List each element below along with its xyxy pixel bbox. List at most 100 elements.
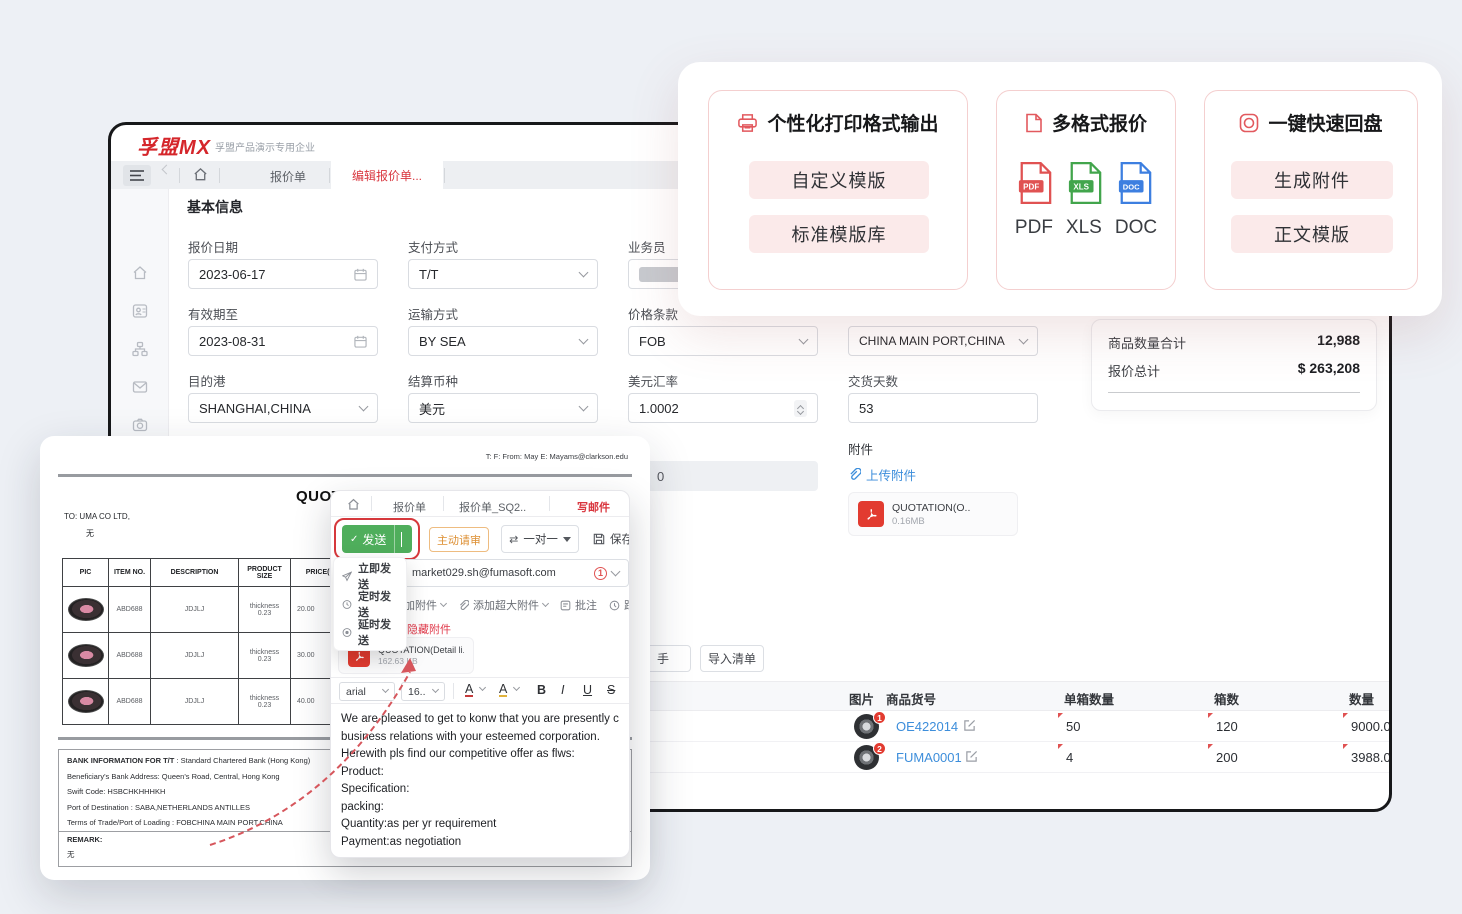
chevron-down-icon[interactable]	[513, 684, 520, 691]
composer-tab-write-mail[interactable]: 写邮件	[577, 499, 610, 515]
check-icon: ✓	[350, 534, 358, 545]
chevron-down-icon[interactable]	[479, 684, 486, 691]
back-chevron-icon[interactable]	[163, 170, 170, 173]
generate-attachment-button[interactable]: 生成附件	[1231, 161, 1393, 199]
send-options-menu: 立即发送 定时发送 延时发送	[333, 557, 407, 651]
body-template-label: 正文模版	[1274, 221, 1350, 247]
doc-desc: JDJLJ	[151, 679, 239, 725]
annotation-button[interactable]: 批注	[560, 597, 597, 613]
dest-port-select[interactable]: SHANGHAI,CHINA	[188, 393, 378, 423]
chevron-down-icon[interactable]	[401, 532, 402, 547]
request-review-button[interactable]: 主动请审	[429, 527, 489, 552]
one-to-one-mode-button[interactable]: ⇄ 一对一	[501, 525, 579, 553]
one-to-one-label: 一对一	[523, 531, 558, 547]
price-terms-select[interactable]: FOB	[628, 326, 818, 356]
composer-attach-toolbar: 添加附件 添加超大附件 批注 跟	[393, 597, 630, 613]
table-row[interactable]: 1 OE422014 50 120 9000.00	[611, 711, 1392, 742]
custom-template-button[interactable]: 自定义模版	[749, 161, 929, 199]
track-label: 跟	[624, 597, 630, 613]
mail-body-editor[interactable]: We are pleased to get to konw that you a…	[341, 711, 623, 851]
edit-icon[interactable]	[965, 750, 978, 763]
usd-rate-stepper[interactable]: 1.0002	[628, 393, 818, 423]
quote-attachment-chip[interactable]: QUOTATION(O.. 0.16MB	[848, 492, 1018, 536]
tab-quote-list[interactable]: 报价单	[253, 168, 323, 185]
composer-tab-quote[interactable]: 报价单	[393, 499, 426, 515]
mail-body-line: Herewith pls find our competitive offer …	[341, 746, 623, 764]
bold-button[interactable]: B	[537, 683, 546, 697]
send-button[interactable]: ✓ 发送	[342, 525, 412, 553]
track-button[interactable]: 跟	[609, 597, 630, 613]
sku-link[interactable]: OE422014	[896, 719, 958, 734]
currency-value: 美元	[419, 399, 445, 418]
currency-select[interactable]: 美元	[408, 393, 598, 423]
import-list-button[interactable]: 导入清单	[700, 645, 764, 672]
font-family-select[interactable]: arial	[339, 682, 395, 701]
svg-text:DOC: DOC	[1123, 183, 1140, 192]
mail-nav-icon[interactable]	[132, 379, 148, 395]
chevron-down-icon	[579, 267, 589, 277]
contacts-nav-icon[interactable]	[132, 303, 148, 319]
doc-item-no: ABD688	[109, 679, 151, 725]
highlight-color-button[interactable]: A	[499, 683, 507, 697]
hamburger-menu-button[interactable]	[123, 165, 151, 186]
text-color-button[interactable]: A	[465, 683, 473, 697]
home-nav-icon[interactable]	[132, 265, 148, 281]
cell-marker	[1343, 713, 1348, 718]
delivery-days-input[interactable]: 53	[848, 393, 1038, 423]
composer-tab-quote-sq2[interactable]: 报价单_SQ2..	[459, 499, 526, 515]
doc-col-pic: PIC	[63, 559, 109, 587]
feature-card-reply: 一键快速回盘 生成附件 正文模版	[1204, 90, 1418, 290]
chevron-down-icon	[799, 334, 809, 344]
doc-table-header: PIC ITEM NO. DESCRIPTION PRODUCT SIZE PR…	[63, 559, 355, 587]
note-icon	[560, 600, 571, 611]
org-structure-nav-icon[interactable]	[132, 341, 148, 357]
mail-attachment-size: 162.63 KB	[378, 656, 464, 666]
standard-template-button[interactable]: 标准模版库	[749, 215, 929, 253]
menu-item-delayed-send[interactable]: 延时发送	[334, 618, 406, 646]
save-button-label: 保存	[610, 531, 630, 547]
home-icon[interactable]	[193, 167, 208, 182]
chevron-down-icon[interactable]	[611, 566, 621, 576]
custom-template-label: 自定义模版	[792, 167, 887, 193]
valid-until-value: 2023-08-31	[199, 334, 266, 349]
edit-icon[interactable]	[963, 719, 976, 732]
font-size-select[interactable]: 16..	[401, 682, 445, 701]
save-button[interactable]: 保存	[593, 531, 630, 547]
home-icon[interactable]	[347, 498, 360, 511]
doc-divider	[58, 474, 632, 477]
payment-label: 支付方式	[408, 237, 458, 256]
hide-attachments-link[interactable]: 隐藏附件	[407, 621, 451, 637]
cell-qty: 9000.00	[1351, 719, 1392, 734]
format-label-xls: XLS	[1066, 217, 1102, 239]
doc-product-image	[68, 598, 104, 621]
cell-marker	[1343, 744, 1348, 749]
quote-date-input[interactable]: 2023-06-17	[188, 259, 378, 289]
camera-nav-icon[interactable]	[132, 417, 148, 433]
menu-item-send-now[interactable]: 立即发送	[334, 562, 406, 590]
transport-select[interactable]: BY SEA	[408, 326, 598, 356]
menu-item-scheduled-send[interactable]: 定时发送	[334, 590, 406, 618]
file-icon	[1025, 113, 1043, 133]
underline-button[interactable]: U	[583, 683, 592, 697]
italic-button[interactable]: I	[561, 683, 564, 697]
port-select[interactable]: CHINA MAIN PORT,CHINA	[848, 326, 1038, 356]
quote-summary-card: 商品数量合计 12,988 报价总计 $ 263,208	[1091, 319, 1377, 411]
sku-link[interactable]: FUMA0001	[896, 750, 962, 765]
stepper-icons[interactable]	[794, 400, 807, 417]
valid-until-input[interactable]: 2023-08-31	[188, 326, 378, 356]
recipient-alert-icon: 1	[594, 567, 607, 580]
strikethrough-button[interactable]: S	[607, 683, 615, 697]
add-large-attachment-button[interactable]: 添加超大附件	[458, 597, 548, 613]
doc-size: thickness	[239, 603, 290, 610]
payment-select[interactable]: T/T	[408, 259, 598, 289]
caret-down-icon	[563, 537, 571, 542]
upload-attachment-link[interactable]: 上传附件	[848, 465, 916, 484]
recipient-value: market029.sh@fumasoft.com	[412, 567, 594, 579]
table-row[interactable]: 2 FUMA0001 4 200 3988.00	[611, 742, 1392, 773]
tab-edit-quote[interactable]: 编辑报价单...	[331, 161, 443, 189]
body-template-button[interactable]: 正文模版	[1231, 215, 1393, 253]
xls-format-icon: XLS	[1067, 161, 1103, 205]
doc-item-no: ABD688	[109, 633, 151, 679]
mail-body-line: We are pleased to get to konw that you a…	[341, 711, 623, 729]
chevron-down-icon	[542, 599, 549, 606]
